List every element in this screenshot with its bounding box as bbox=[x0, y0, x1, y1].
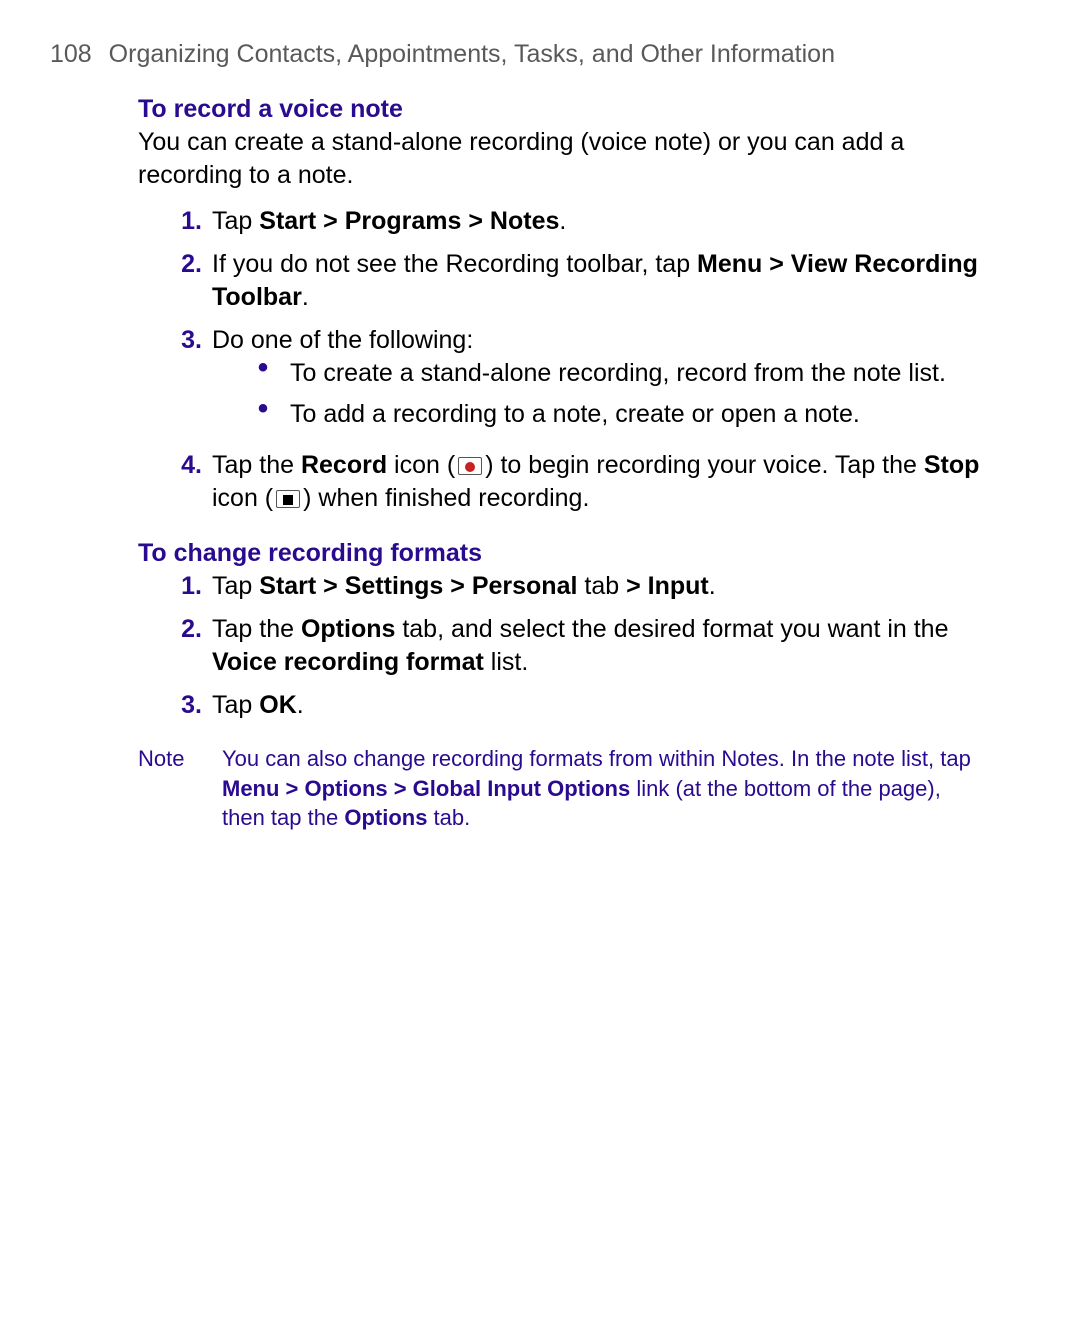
text: You can also change recording formats fr… bbox=[222, 746, 971, 771]
list-number: 1. bbox=[168, 570, 202, 603]
bullet-item: • To create a stand-alone recording, rec… bbox=[252, 357, 980, 390]
list-item: 3. Tap OK. bbox=[168, 689, 980, 722]
note-label: Note bbox=[138, 744, 222, 833]
list-text: Tap the Record icon ( ) to begin recordin… bbox=[212, 449, 980, 515]
strong-text: Record bbox=[301, 451, 387, 479]
list-number: 4. bbox=[168, 449, 202, 515]
text: icon ( bbox=[212, 484, 273, 512]
strong-text: Voice recording format bbox=[212, 648, 484, 676]
document-page: 108 Organizing Contacts, Appointments, T… bbox=[0, 0, 1080, 873]
text: tab, and select the desired format you w… bbox=[395, 615, 948, 643]
text: list. bbox=[484, 648, 528, 676]
bullet-dot-icon: • bbox=[252, 398, 274, 431]
section-record-voice-note: To record a voice note You can create a … bbox=[138, 95, 980, 515]
strong-text: Start > Settings > Personal bbox=[259, 572, 577, 600]
text: . bbox=[297, 691, 304, 719]
page-number: 108 bbox=[50, 40, 92, 68]
text: . bbox=[709, 572, 716, 600]
list-item: 4. Tap the Record icon ( ) to begin recor… bbox=[168, 449, 980, 515]
list-text: Do one of the following: • To create a s… bbox=[212, 324, 980, 439]
section-change-recording-formats: To change recording formats 1. Tap Start… bbox=[138, 539, 980, 833]
strong-text: Start > Programs > Notes bbox=[259, 207, 559, 235]
text: ) when finished recording. bbox=[303, 484, 589, 512]
text: If you do not see the Recording toolbar,… bbox=[212, 250, 697, 278]
list-number: 1. bbox=[168, 205, 202, 238]
text: tab bbox=[577, 572, 626, 600]
note-text: You can also change recording formats fr… bbox=[222, 744, 980, 833]
text: Tap bbox=[212, 207, 259, 235]
strong-text: Options bbox=[301, 615, 395, 643]
text: . bbox=[302, 283, 309, 311]
note-block: Note You can also change recording forma… bbox=[138, 744, 980, 833]
list-item: 3. Do one of the following: • To create … bbox=[168, 324, 980, 439]
list-text: Tap the Options tab, and select the desi… bbox=[212, 613, 980, 679]
bullet-list: • To create a stand-alone recording, rec… bbox=[252, 357, 980, 431]
list-item: 2. Tap the Options tab, and select the d… bbox=[168, 613, 980, 679]
text: Do one of the following: bbox=[212, 324, 980, 357]
text: ) to begin recording your voice. Tap the bbox=[485, 451, 924, 479]
list-text: Tap Start > Programs > Notes. bbox=[212, 205, 566, 238]
strong-text: Options bbox=[344, 805, 427, 830]
list-text: Tap OK. bbox=[212, 689, 304, 722]
bullet-dot-icon: • bbox=[252, 357, 274, 390]
bullet-item: • To add a recording to a note, create o… bbox=[252, 398, 980, 431]
list-number: 3. bbox=[168, 689, 202, 722]
list-number: 3. bbox=[168, 324, 202, 439]
text: Tap bbox=[212, 572, 259, 600]
text: Tap bbox=[212, 691, 259, 719]
text: Tap the bbox=[212, 451, 301, 479]
strong-text: OK bbox=[259, 691, 297, 719]
record-icon bbox=[458, 457, 482, 475]
strong-text: Menu > Options > Global Input Options bbox=[222, 776, 630, 801]
strong-text: > Input bbox=[626, 572, 709, 600]
text: tab. bbox=[427, 805, 470, 830]
section-title: To record a voice note bbox=[138, 95, 980, 124]
text: icon ( bbox=[387, 451, 455, 479]
stop-icon bbox=[276, 490, 300, 508]
section-intro: You can create a stand-alone recording (… bbox=[138, 126, 980, 191]
list-number: 2. bbox=[168, 613, 202, 679]
page-header: 108 Organizing Contacts, Appointments, T… bbox=[50, 40, 1020, 69]
list-item: 1. Tap Start > Programs > Notes. bbox=[168, 205, 980, 238]
strong-text: Stop bbox=[924, 451, 980, 479]
chapter-title: Organizing Contacts, Appointments, Tasks… bbox=[109, 40, 835, 68]
section-title: To change recording formats bbox=[138, 539, 980, 568]
text: . bbox=[559, 207, 566, 235]
text: Tap the bbox=[212, 615, 301, 643]
ordered-list: 1. Tap Start > Programs > Notes. 2. If y… bbox=[168, 205, 980, 515]
bullet-text: To add a recording to a note, create or … bbox=[290, 398, 860, 431]
list-text: Tap Start > Settings > Personal tab > In… bbox=[212, 570, 716, 603]
list-text: If you do not see the Recording toolbar,… bbox=[212, 248, 980, 314]
list-item: 1. Tap Start > Settings > Personal tab >… bbox=[168, 570, 980, 603]
ordered-list: 1. Tap Start > Settings > Personal tab >… bbox=[168, 570, 980, 722]
list-number: 2. bbox=[168, 248, 202, 314]
bullet-text: To create a stand-alone recording, recor… bbox=[290, 357, 946, 390]
list-item: 2. If you do not see the Recording toolb… bbox=[168, 248, 980, 314]
